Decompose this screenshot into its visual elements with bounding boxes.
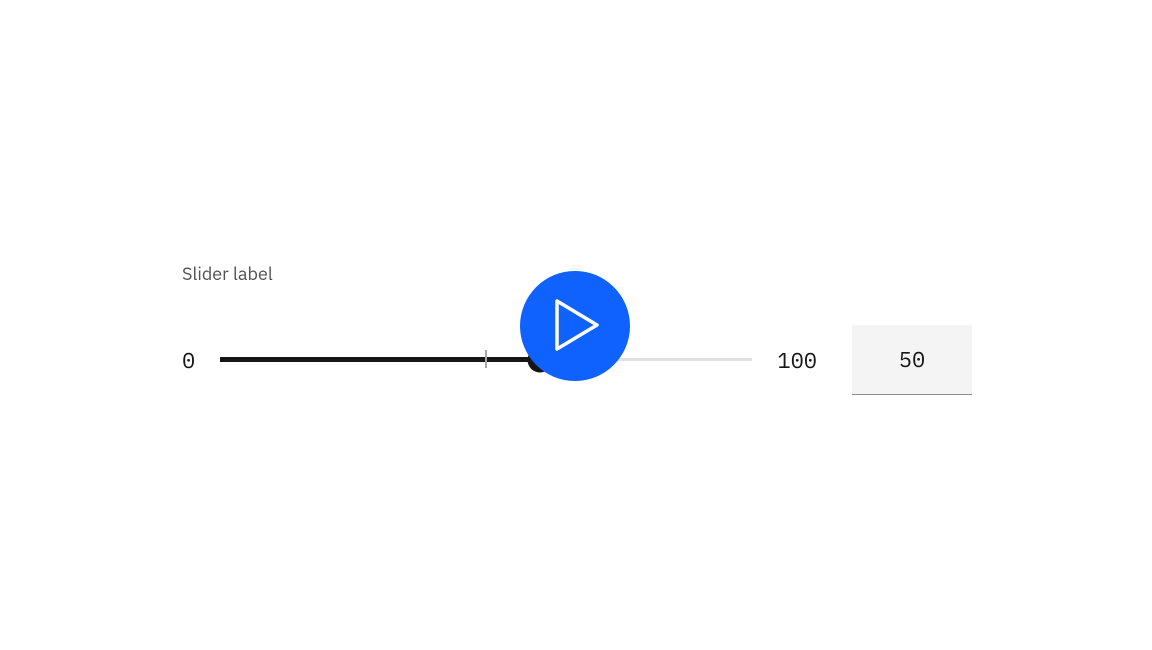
slider-value-input[interactable] [852,325,972,395]
slider-min-value: 0 [182,346,195,375]
play-icon [549,299,601,354]
slider-max-value: 100 [777,346,817,375]
play-button[interactable] [520,271,630,381]
slider-track[interactable] [220,358,752,362]
slider-tick-mark [485,350,487,368]
slider-track-filled [220,357,539,362]
